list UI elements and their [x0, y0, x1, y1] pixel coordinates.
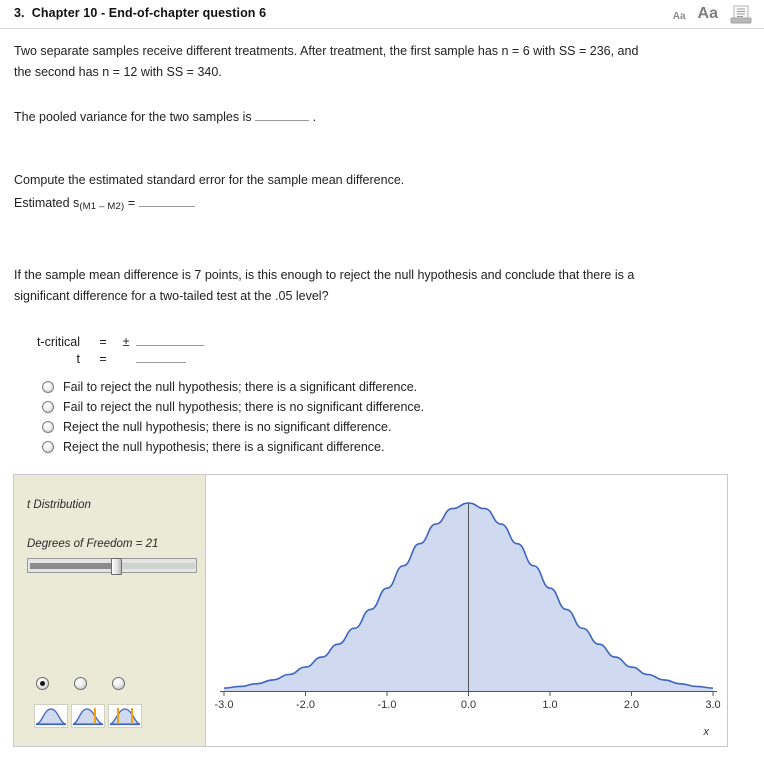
decrease-font-size-button[interactable]: Aa: [673, 5, 686, 22]
x-axis-tick: 2.0: [623, 699, 640, 711]
answer-choice-label: Reject the null hypothesis; there is no …: [63, 420, 392, 434]
page-header: 3. Chapter 10 - End-of-chapter question …: [0, 0, 764, 29]
tail-mode-radio-no-tails[interactable]: [36, 677, 49, 690]
tcritical-input[interactable]: [136, 334, 204, 346]
answer-choice-1[interactable]: Fail to reject the null hypothesis; ther…: [42, 377, 750, 397]
pooled-variance-input[interactable]: [255, 109, 310, 121]
slider-track-remaining: [116, 563, 195, 569]
standard-error-answer-row: Estimated s(M1 – M2) =: [14, 193, 714, 217]
distribution-one-tail-icon[interactable]: [71, 704, 105, 728]
slider-track-filled: [30, 563, 116, 569]
increase-font-size-button[interactable]: Aa: [698, 4, 718, 22]
tvalue-label: t: [76, 352, 80, 366]
x-axis-tick: 3.0: [705, 699, 721, 711]
tvalue-equals: =: [99, 352, 107, 366]
x-axis-tick: -1.0: [377, 699, 397, 711]
question-title: Chapter 10 - End-of-chapter question 6: [31, 6, 267, 20]
applet-title: t Distribution: [27, 499, 91, 511]
intro-paragraph: Two separate samples receive different t…: [14, 41, 714, 83]
intro-line-1: Two separate samples receive different t…: [14, 44, 639, 58]
tcritical-row: t-critical = ±: [24, 333, 204, 350]
hypothesis-question: If the sample mean difference is 7 point…: [14, 265, 714, 307]
degrees-of-freedom-label: Degrees of Freedom = 21: [27, 538, 159, 550]
x-axis-tick: 0.0: [460, 699, 477, 711]
standard-error-equals: =: [127, 196, 136, 210]
tcritical-plusminus: ±: [122, 335, 130, 349]
answer-choice-label: Reject the null hypothesis; there is a s…: [63, 440, 385, 454]
tcritical-equals: =: [99, 335, 107, 349]
x-axis-label: x: [703, 726, 710, 738]
tcritical-table: t-critical = ± t =: [24, 333, 204, 367]
x-axis-tick: -3.0: [214, 699, 234, 711]
tcritical-label: t-critical: [36, 335, 80, 349]
answer-choices: Fail to reject the null hypothesis; ther…: [42, 377, 750, 457]
answer-choice-4[interactable]: Reject the null hypothesis; there is a s…: [42, 437, 750, 457]
header-toolbar: Aa Aa: [673, 3, 752, 24]
tail-mode-icon-group: [34, 704, 142, 728]
hypothesis-question-line-2: significant difference for a two-tailed …: [14, 289, 329, 303]
question-number: 3.: [14, 6, 25, 20]
radio-icon[interactable]: [42, 401, 54, 413]
question-content: Two separate samples receive different t…: [0, 41, 764, 457]
radio-icon[interactable]: [42, 441, 54, 453]
answer-choice-label: Fail to reject the null hypothesis; ther…: [63, 380, 418, 394]
tail-mode-radio-group: [36, 677, 125, 690]
page-title: 3. Chapter 10 - End-of-chapter question …: [14, 6, 266, 20]
tail-mode-radio-two-tails[interactable]: [112, 677, 125, 690]
distribution-plot: -3.0 -2.0 -1.0 0.0 1.0 2.0 3.0 x: [206, 475, 727, 746]
radio-icon[interactable]: [42, 381, 54, 393]
pooled-variance-prompt: The pooled variance for the two samples …: [14, 110, 252, 124]
slider-thumb[interactable]: [111, 558, 122, 575]
pooled-variance-period: .: [312, 110, 317, 124]
x-axis-tick: -2.0: [296, 699, 315, 711]
applet-controls-panel: t Distribution Degrees of Freedom = 21: [14, 475, 206, 746]
distribution-two-tails-icon[interactable]: [108, 704, 142, 728]
standard-error-subscript: (M1 – M2): [79, 201, 125, 212]
print-icon[interactable]: [730, 3, 752, 24]
standard-error-input[interactable]: [138, 195, 195, 207]
answer-choice-label: Fail to reject the null hypothesis; ther…: [63, 400, 425, 414]
distribution-applet: t Distribution Degrees of Freedom = 21 -…: [13, 474, 728, 747]
pooled-variance-prompt-row: The pooled variance for the two samples …: [14, 107, 714, 128]
distribution-no-tails-icon[interactable]: [34, 704, 68, 728]
question-page: 3. Chapter 10 - End-of-chapter question …: [0, 0, 764, 766]
hypothesis-question-line-1: If the sample mean difference is 7 point…: [14, 268, 635, 282]
standard-error-prompt: Compute the estimated standard error for…: [14, 173, 405, 187]
answer-choice-3[interactable]: Reject the null hypothesis; there is no …: [42, 417, 750, 437]
tvalue-row: t =: [24, 350, 204, 367]
standard-error-label: Estimated s: [14, 196, 80, 210]
answer-choice-2[interactable]: Fail to reject the null hypothesis; ther…: [42, 397, 750, 417]
tvalue-input[interactable]: [136, 351, 186, 363]
intro-line-2: the second has n = 12 with SS = 340.: [14, 65, 222, 79]
x-axis-tick: 1.0: [542, 699, 558, 711]
degrees-of-freedom-slider[interactable]: [27, 558, 197, 575]
radio-icon[interactable]: [42, 421, 54, 433]
tail-mode-radio-one-tail[interactable]: [74, 677, 87, 690]
